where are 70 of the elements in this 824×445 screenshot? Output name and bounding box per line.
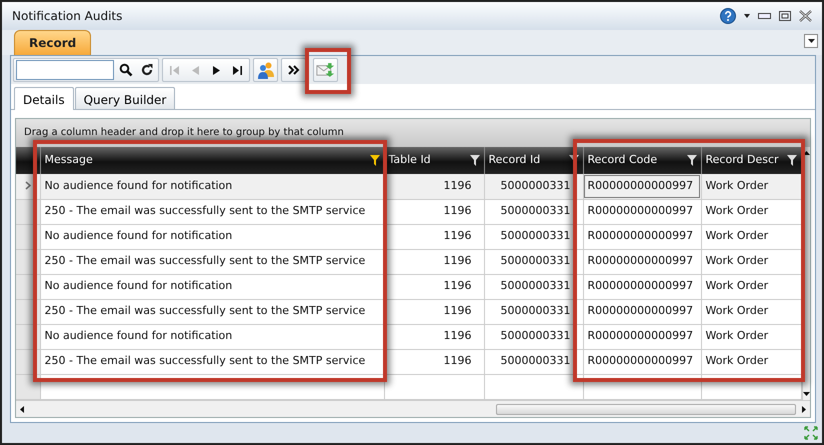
table-cell: Work Order <box>701 224 801 249</box>
resize-icon[interactable] <box>804 426 818 440</box>
highlight-frame <box>305 48 351 94</box>
table-cell: No audience found for notification <box>40 174 384 199</box>
ribbon-tab[interactable]: Record <box>14 30 92 55</box>
table-cell: 5000000331 <box>484 199 583 224</box>
help-icon[interactable] <box>720 8 736 24</box>
column-header[interactable]: Record Code <box>583 147 701 174</box>
filter-icon[interactable] <box>786 155 796 166</box>
current-row-icon <box>24 181 31 190</box>
scroll-down-icon[interactable] <box>802 392 810 396</box>
horizontal-scrollbar[interactable] <box>16 400 810 417</box>
table-cell: Work Order <box>701 199 801 224</box>
dropdown-button[interactable] <box>804 34 818 48</box>
table-cell: 5000000331 <box>484 274 583 299</box>
scroll-up-icon[interactable] <box>802 151 810 155</box>
table-cell: R00000000000997 <box>583 299 701 324</box>
table-cell: 5000000331 <box>484 299 583 324</box>
table-cell: Work Order <box>701 324 801 349</box>
table-cell: Work Order <box>701 274 801 299</box>
window-title: Notification Audits <box>12 8 124 25</box>
table-cell: 5000000331 <box>484 349 583 374</box>
close-icon[interactable] <box>799 10 812 22</box>
filter-icon[interactable] <box>470 155 480 166</box>
table-cell: 250 - The email was successfully sent to the SMTP service <box>40 249 384 274</box>
tab[interactable]: Details <box>14 87 74 110</box>
table-cell: R00000000000997 <box>583 199 701 224</box>
table-cell: No audience found for notification <box>40 224 384 249</box>
table-cell: 250 - The email was successfully sent to the SMTP service <box>40 349 384 374</box>
table-cell: 5000000331 <box>484 224 583 249</box>
table-cell: Work Order <box>701 174 801 199</box>
table-cell: No audience found for notification <box>40 324 384 349</box>
table-cell: 250 - The email was successfully sent to the SMTP service <box>40 299 384 324</box>
scroll-right-icon[interactable] <box>802 406 806 412</box>
users-icon[interactable] <box>256 60 275 80</box>
mail-sync-icon[interactable] <box>316 60 335 80</box>
table-cell: No audience found for notification <box>40 274 384 299</box>
table-cell: R00000000000997 <box>583 349 701 374</box>
column-header[interactable]: Table Id <box>384 147 484 174</box>
filter-icon[interactable] <box>370 155 380 166</box>
table-cell: R00000000000997 <box>583 249 701 274</box>
column-header[interactable]: Record Descr <box>701 147 801 174</box>
table-cell: Work Order <box>701 299 801 324</box>
scroll-left-icon[interactable] <box>20 406 24 412</box>
table-cell: 5000000331 <box>484 249 583 274</box>
table-cell: 1196 <box>384 199 484 224</box>
table-cell: R00000000000997 <box>583 274 701 299</box>
table-cell: R00000000000997 <box>583 324 701 349</box>
table-cell: Work Order <box>701 349 801 374</box>
table-cell: 250 - The email was successfully sent to the SMTP service <box>40 199 384 224</box>
table-cell: 1196 <box>384 349 484 374</box>
table-cell: 1196 <box>384 249 484 274</box>
column-header[interactable]: Message <box>40 147 384 174</box>
table-cell: R00000000000997 <box>583 174 701 199</box>
caret-icon[interactable] <box>744 14 750 18</box>
table-cell: 1196 <box>384 324 484 349</box>
table-cell: 5000000331 <box>484 174 583 199</box>
table-cell: 1196 <box>384 299 484 324</box>
tab[interactable]: Query Builder <box>74 87 176 109</box>
maximize-icon[interactable] <box>779 11 791 21</box>
caret-icon <box>808 39 814 43</box>
table-cell: Work Order <box>701 249 801 274</box>
filter-icon[interactable] <box>686 155 696 166</box>
table-cell: 1196 <box>384 224 484 249</box>
table-cell: R00000000000997 <box>583 224 701 249</box>
minimize-icon[interactable] <box>758 13 771 19</box>
table-cell: 1196 <box>384 274 484 299</box>
table-cell: 5000000331 <box>484 324 583 349</box>
search-field[interactable] <box>16 60 114 80</box>
table-cell: 1196 <box>384 174 484 199</box>
